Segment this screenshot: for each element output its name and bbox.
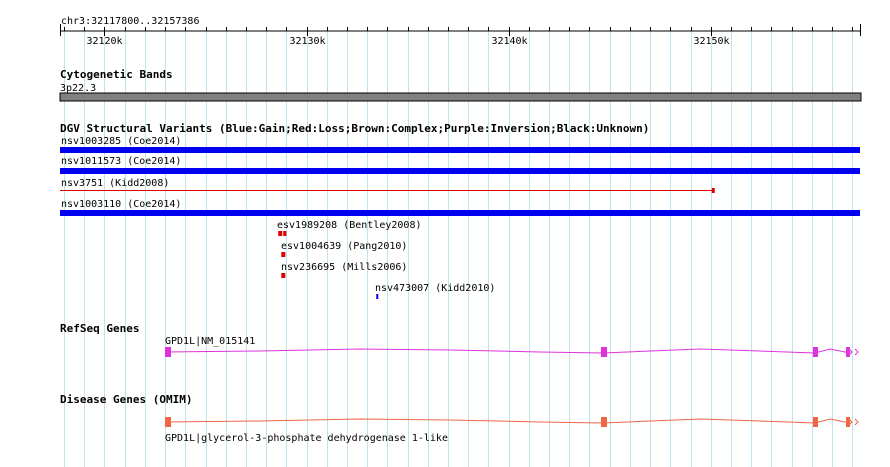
dgv-feature-label[interactable]: nsv1011573 (Coe2014) — [61, 156, 181, 167]
dgv-feature-label[interactable]: nsv236695 (Mills2006) — [281, 262, 407, 273]
disease-exon[interactable] — [813, 417, 818, 427]
dgv-feature-bar[interactable] — [60, 168, 860, 174]
track-refseq[interactable]: RefSeq Genes GPD1L|NM_015141 — [60, 322, 859, 357]
disease-exon[interactable] — [601, 417, 607, 427]
dgv-feature-label[interactable]: nsv1003285 (Coe2014) — [61, 136, 181, 147]
dgv-feature-label[interactable]: nsv473007 (Kidd2010) — [375, 283, 495, 294]
genome-browser-canvas: chr3:32117800..32157386 32120k 32130k 3214… — [59, 16, 862, 467]
refseq-intron-line — [164, 348, 851, 354]
cytoband-bar[interactable] — [59, 92, 862, 102]
dgv-features[interactable]: nsv1003285 (Coe2014) nsv1011573 (Coe2014)… — [60, 136, 860, 299]
dgv-feature-label[interactable]: nsv3751 (Kidd2008) — [61, 178, 169, 189]
refseq-strand-arrow — [854, 348, 859, 356]
refseq-gene-model[interactable] — [164, 347, 859, 357]
refseq-exon[interactable] — [601, 347, 607, 357]
ruler-label: 32140k — [491, 36, 527, 47]
dgv-feature-label[interactable]: nsv1003110 (Coe2014) — [61, 199, 181, 210]
dgv-feature-bar[interactable] — [60, 147, 860, 153]
track-disease[interactable]: Disease Genes (OMIM) GPD1L|glycerol-3-ph… — [60, 393, 859, 444]
refseq-exon[interactable] — [846, 347, 850, 357]
disease-gene-model[interactable] — [164, 417, 859, 427]
disease-intron-line — [164, 418, 851, 424]
track-title-dgv: DGV Structural Variants (Blue:Gain;Red:L… — [60, 122, 649, 135]
track-dgv[interactable]: DGV Structural Variants (Blue:Gain;Red:L… — [60, 122, 860, 299]
refseq-exon[interactable] — [813, 347, 818, 357]
dgv-feature-bar[interactable] — [281, 252, 286, 257]
track-title-cytoband: Cytogenetic Bands — [60, 68, 173, 81]
location-label: chr3:32117800..32157386 — [61, 16, 199, 27]
refseq-exon[interactable] — [165, 347, 171, 357]
dgv-feature-gap — [282, 231, 284, 236]
dgv-feature-end-marker — [711, 188, 715, 193]
dgv-feature-label[interactable]: esv1989208 (Bentley2008) — [277, 220, 422, 231]
ruler-label: 32120k — [86, 36, 122, 47]
track-cytoband[interactable]: Cytogenetic Bands 3p22.3 — [59, 68, 862, 102]
track-title-refseq: RefSeq Genes — [60, 322, 139, 335]
ruler-label: 32150k — [693, 36, 729, 47]
cytoband-label: 3p22.3 — [60, 83, 96, 94]
dgv-feature-bar[interactable] — [60, 210, 860, 216]
disease-exon[interactable] — [165, 417, 171, 427]
ruler[interactable]: chr3:32117800..32157386 32120k 32130k 3214… — [60, 16, 861, 47]
disease-strand-arrow — [854, 418, 859, 426]
disease-exon[interactable] — [846, 417, 850, 427]
track-title-disease: Disease Genes (OMIM) — [60, 393, 192, 406]
disease-gene-label[interactable]: GPD1L|glycerol-3-phosphate dehydrogenase… — [165, 433, 448, 444]
refseq-gene-label[interactable]: GPD1L|NM_015141 — [165, 336, 255, 347]
dgv-feature-label[interactable]: esv1004639 (Pang2010) — [281, 241, 407, 252]
dgv-feature-bar[interactable] — [376, 294, 379, 299]
dgv-feature-bar[interactable] — [60, 190, 713, 191]
ruler-label: 32130k — [289, 36, 325, 47]
dgv-feature-bar[interactable] — [281, 273, 286, 278]
